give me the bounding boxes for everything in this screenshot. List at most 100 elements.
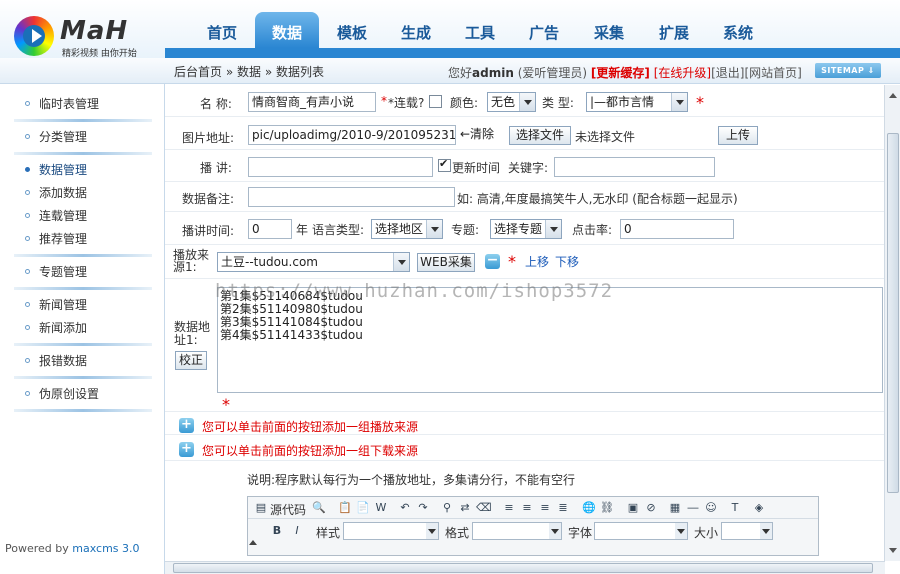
breadcrumb-section[interactable]: 数据 xyxy=(237,65,261,79)
play-time-input[interactable]: 0 xyxy=(248,219,292,239)
align-center-icon[interactable]: ≡ xyxy=(520,501,534,515)
editor-toolbar-2: B I 样式 格式 字体 大小 xyxy=(248,520,818,542)
hits-input[interactable]: 0 xyxy=(620,219,734,239)
move-up-link[interactable]: 上移 xyxy=(525,253,549,270)
source-label[interactable]: 源代码 xyxy=(270,501,306,518)
font-select[interactable] xyxy=(594,522,688,540)
chevron-down-icon xyxy=(675,523,687,539)
paste-word-icon[interactable]: W xyxy=(374,501,388,515)
preview-icon[interactable]: 🔍 xyxy=(312,501,326,515)
serial-label: *连载? xyxy=(388,96,425,110)
region-select[interactable]: 选择地区 xyxy=(371,219,443,239)
upgrade-link[interactable]: [在线升级] xyxy=(654,66,711,80)
unlink-icon[interactable]: ⛓ xyxy=(600,501,614,515)
eraser-icon[interactable]: ⌫ xyxy=(476,501,492,515)
user-role: (爱听管理员) xyxy=(517,66,588,80)
hscroll-thumb[interactable] xyxy=(173,563,873,573)
type-select-value: |—都市言情 xyxy=(590,95,655,109)
link-icon[interactable]: 🌐 xyxy=(582,501,596,515)
scroll-up-icon[interactable] xyxy=(889,93,897,98)
type-select[interactable]: |—都市言情 xyxy=(586,92,688,112)
hits-label: 点击率: xyxy=(572,223,613,237)
pic-input[interactable]: pic/uploadimg/2010-9/201095231 xyxy=(248,125,456,145)
web-collect-button[interactable]: WEB采集 xyxy=(417,253,475,272)
bold-icon[interactable]: B xyxy=(270,524,284,538)
undo-icon[interactable]: ↶ xyxy=(398,501,412,515)
sitemap-button[interactable]: SITEMAP ⇓ xyxy=(815,63,881,78)
sidebar-item-label: 报错数据 xyxy=(39,354,88,368)
text-color-icon[interactable]: T xyxy=(728,501,742,515)
nav-item-ads[interactable]: 广告 xyxy=(512,12,576,48)
align-left-icon[interactable]: ≡ xyxy=(502,501,516,515)
add-play-source-icon[interactable]: + xyxy=(179,418,194,433)
align-justify-icon[interactable]: ≣ xyxy=(556,501,570,515)
upload-button[interactable]: 上传 xyxy=(718,126,758,145)
name-input[interactable]: 情商智商_有声小说 xyxy=(248,92,376,112)
nav-item-tools[interactable]: 工具 xyxy=(448,12,512,48)
nav-item-data[interactable]: 数据 xyxy=(255,12,319,48)
style-select[interactable] xyxy=(343,522,439,540)
keyword-input[interactable] xyxy=(554,157,715,177)
collapse-toolbar-icon[interactable] xyxy=(249,540,257,545)
logout-link[interactable]: [退出] xyxy=(711,66,744,80)
find-icon[interactable]: ⚲ xyxy=(440,501,454,515)
nav-item-generate[interactable]: 生成 xyxy=(384,12,448,48)
sidebar-item-label: 分类管理 xyxy=(39,130,88,144)
source-icon[interactable]: ▤ xyxy=(254,501,268,515)
image-icon[interactable]: ▣ xyxy=(626,501,640,515)
hr-icon[interactable]: ― xyxy=(686,501,700,515)
row-meta: 播讲时间: 0 年 语言类型: 选择地区 专题: 选择专题 点击率: 0 xyxy=(165,212,885,245)
explain-text: 说明:程序默认每行为一个播放地址，多集请分行，不能有空行 xyxy=(247,473,576,487)
italic-icon[interactable]: I xyxy=(290,524,304,538)
replace-icon[interactable]: ⇄ xyxy=(458,501,472,515)
url-textarea[interactable]: 第1集$51140684$tudou 第2集$51140980$tudou 第3… xyxy=(217,287,883,393)
powered-name[interactable]: maxcms 3.0 xyxy=(72,542,139,555)
format-select[interactable] xyxy=(472,522,562,540)
nav-item-templates[interactable]: 模板 xyxy=(320,12,384,48)
sidebar: 临时表管理 分类管理 数据管理 添加数据 连载管理 推荐管理 专题管理 新闻管理… xyxy=(0,84,165,574)
redo-icon[interactable]: ↷ xyxy=(416,501,430,515)
proof-button[interactable]: 校正 xyxy=(175,351,207,370)
topic-select[interactable]: 选择专题 xyxy=(490,219,562,239)
vertical-scrollbar[interactable] xyxy=(884,85,900,561)
row-speaker: 播 讲: 更新时间 关键字: xyxy=(165,150,885,182)
lang-label: 语言类型: xyxy=(312,223,365,237)
site-home-link[interactable]: [网站首页] xyxy=(744,66,801,80)
sidebar-item-label: 新闻管理 xyxy=(39,298,88,312)
remove-source-icon[interactable]: − xyxy=(485,253,500,269)
clear-button[interactable]: ←清除 xyxy=(460,126,502,145)
update-time-checkbox[interactable] xyxy=(438,157,451,172)
name-label: 名 称: xyxy=(200,97,232,111)
color-select[interactable]: 无色 xyxy=(487,92,536,112)
scroll-down-icon[interactable] xyxy=(889,548,897,553)
paste-text-icon[interactable]: 📄 xyxy=(356,501,370,515)
nav-item-home[interactable]: 首页 xyxy=(190,12,254,48)
smiley-icon[interactable]: ☺ xyxy=(704,501,718,515)
nav-item-extend[interactable]: 扩展 xyxy=(642,12,706,48)
add-download-source-icon[interactable]: + xyxy=(179,442,194,457)
source-select[interactable]: 土豆--tudou.com xyxy=(217,252,410,272)
chevron-down-icon xyxy=(671,93,687,111)
clear-cache-link[interactable]: [更新缓存] xyxy=(591,66,650,80)
powered-by: Powered by maxcms 3.0 xyxy=(5,542,140,555)
move-down-link[interactable]: 下移 xyxy=(555,253,579,270)
size-select[interactable] xyxy=(721,522,773,540)
nav-item-system[interactable]: 系统 xyxy=(706,12,770,48)
align-right-icon[interactable]: ≡ xyxy=(538,501,552,515)
bg-color-icon[interactable]: ◈ xyxy=(752,501,766,515)
note-input[interactable] xyxy=(248,187,455,207)
note-label: 数据备注: xyxy=(182,192,235,206)
paste-icon[interactable]: 📋 xyxy=(338,501,352,515)
speaker-input[interactable] xyxy=(248,157,433,177)
sidebar-item-label: 新闻添加 xyxy=(39,321,88,335)
serial-checkbox[interactable] xyxy=(429,95,442,108)
horizontal-scrollbar[interactable] xyxy=(165,561,885,574)
topic-label: 专题: xyxy=(451,223,480,237)
nav-item-collect[interactable]: 采集 xyxy=(577,12,641,48)
scroll-thumb[interactable] xyxy=(887,133,899,493)
breadcrumb-home[interactable]: 后台首页 xyxy=(174,65,222,79)
table-icon[interactable]: ▦ xyxy=(668,501,682,515)
flash-icon[interactable]: ⊘ xyxy=(644,501,658,515)
choose-file-button[interactable]: 选择文件 xyxy=(509,126,571,145)
brand-name: MaH xyxy=(60,16,129,46)
